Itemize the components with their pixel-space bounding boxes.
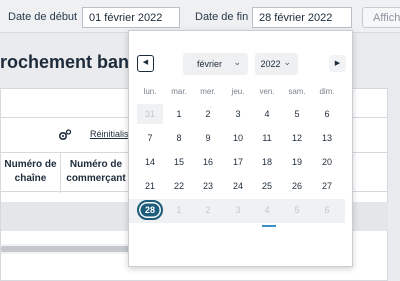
weekday-label: lun. bbox=[143, 87, 157, 96]
calendar-day[interactable]: 15 bbox=[166, 152, 192, 172]
date-picker-popup: ◀ février ⌄ 2022 ⌄ ▶ lun. mar. mer. jeu. ven… bbox=[128, 30, 353, 267]
weekday-label: dim. bbox=[319, 87, 335, 96]
start-date-input[interactable]: 01 février 2022 bbox=[82, 7, 180, 28]
date-filter-bar: Date de début 01 février 2022 Date de fi… bbox=[0, 0, 400, 33]
calendar-day[interactable]: 27 bbox=[314, 176, 340, 196]
column-header-chain-number[interactable]: Numéro de chaîne bbox=[1, 153, 61, 193]
calendar-day[interactable]: 25 bbox=[254, 176, 280, 196]
year-select[interactable]: 2022 ⌄ bbox=[255, 53, 298, 75]
next-month-button[interactable]: ▶ bbox=[329, 55, 346, 72]
show-button[interactable]: Affiche bbox=[362, 7, 400, 28]
calendar-day: 3 bbox=[235, 205, 241, 215]
calendar-day: 4 bbox=[264, 205, 270, 215]
calendar-day: 5 bbox=[294, 205, 300, 215]
calendar-day[interactable]: 19 bbox=[284, 152, 310, 172]
start-date-label: Date de début bbox=[8, 11, 78, 23]
calendar-day[interactable]: 4 bbox=[254, 104, 280, 124]
weekday-label: ven. bbox=[259, 87, 275, 96]
calendar-day[interactable]: 22 bbox=[166, 176, 192, 196]
calendar-day[interactable]: 17 bbox=[225, 152, 251, 172]
reset-link[interactable]: Réinitialise bbox=[90, 129, 134, 139]
page-title: rochement banca bbox=[0, 52, 150, 72]
calendar-day[interactable]: 14 bbox=[137, 152, 163, 172]
calendar-day[interactable]: 5 bbox=[284, 104, 310, 124]
weekday-label: jeu. bbox=[231, 87, 245, 96]
calendar-day[interactable]: 6 bbox=[314, 104, 340, 124]
calendar-day: 1 bbox=[176, 205, 182, 215]
weekday-label: mer. bbox=[200, 87, 216, 96]
vertical-scrollbar[interactable] bbox=[388, 88, 400, 281]
calendar-day[interactable]: 1 bbox=[166, 104, 192, 124]
calendar-day[interactable]: 10 bbox=[225, 128, 251, 148]
chevron-left-icon: ◀ bbox=[142, 59, 149, 66]
end-date-label: Date de fin bbox=[195, 11, 249, 23]
chevron-down-icon: ⌄ bbox=[233, 57, 241, 67]
calendar-day[interactable]: 12 bbox=[284, 128, 310, 148]
calendar-day-selected[interactable]: 28 bbox=[137, 200, 163, 220]
month-select[interactable]: février ⌄ bbox=[183, 53, 248, 75]
calendar-day[interactable]: 7 bbox=[137, 128, 163, 148]
weekday-label: mar. bbox=[171, 87, 187, 96]
calendar-day: 6 bbox=[324, 205, 330, 215]
scrollbar-thumb[interactable] bbox=[1, 246, 132, 252]
weekday-label: sam. bbox=[288, 87, 306, 96]
calendar-day: 31 bbox=[137, 104, 163, 124]
calendar-day[interactable]: 13 bbox=[314, 128, 340, 148]
calendar-day[interactable]: 8 bbox=[166, 128, 192, 148]
today-indicator bbox=[262, 225, 276, 227]
calendar-day: 2 bbox=[205, 205, 211, 215]
calendar-day[interactable]: 2 bbox=[195, 104, 221, 124]
chevron-down-icon: ⌄ bbox=[283, 57, 291, 67]
previous-month-button[interactable]: ◀ bbox=[137, 55, 154, 72]
chevron-right-icon: ▶ bbox=[334, 60, 341, 67]
calendar-day[interactable]: 9 bbox=[195, 128, 221, 148]
calendar-day[interactable]: 21 bbox=[137, 176, 163, 196]
calendar-day[interactable]: 11 bbox=[254, 128, 280, 148]
calendar-day[interactable]: 16 bbox=[195, 152, 221, 172]
column-header-merchant-number[interactable]: Numéro de commerçant bbox=[61, 153, 131, 193]
year-select-value: 2022 bbox=[260, 59, 281, 69]
end-date-input[interactable]: 28 février 2022 bbox=[252, 7, 352, 28]
calendar-day[interactable]: 3 bbox=[225, 104, 251, 124]
calendar-day[interactable]: 20 bbox=[314, 152, 340, 172]
gears-icon[interactable] bbox=[58, 128, 72, 142]
calendar-day[interactable]: 26 bbox=[284, 176, 310, 196]
calendar-day[interactable]: 23 bbox=[195, 176, 221, 196]
calendar-day[interactable]: 24 bbox=[225, 176, 251, 196]
calendar-day[interactable]: 18 bbox=[254, 152, 280, 172]
